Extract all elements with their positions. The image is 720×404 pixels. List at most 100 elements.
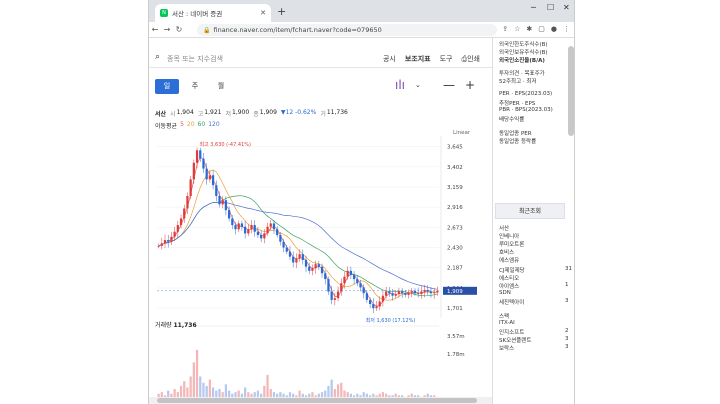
browser-tab[interactable]: N 서산 : 네이버 증권 ✕: [155, 4, 271, 22]
candle-body: [173, 231, 176, 237]
related-item: SDN: [499, 290, 511, 296]
candle-body: [176, 225, 179, 232]
candle-body: [343, 276, 346, 284]
candle-body: [304, 259, 308, 267]
candle-body: [237, 223, 240, 230]
high-label: 고: [197, 111, 204, 118]
chart-type-dropdown-icon[interactable]: ⌄: [415, 81, 421, 89]
candle-body: [429, 291, 433, 294]
candle-body: [359, 283, 362, 288]
profile-icon[interactable]: ●: [551, 25, 557, 33]
period-month[interactable]: 월: [209, 79, 233, 94]
candle-body: [263, 233, 266, 239]
zoom-in-icon[interactable]: +: [465, 78, 475, 92]
recent-item: 서산: [499, 226, 510, 232]
recent-item: 루미오트론: [499, 242, 525, 248]
search-row: ⌕ 종목 또는 지수검색 공시 보조지표 도구 ⎙인쇄: [149, 48, 492, 68]
ma-60[interactable]: 60: [198, 121, 206, 130]
related-item-count: 31: [565, 266, 572, 272]
menu-icon[interactable]: ⋮: [563, 25, 570, 33]
ma-5[interactable]: 5: [180, 121, 184, 130]
naver-favicon-icon: N: [160, 9, 168, 17]
candle-body: [394, 294, 397, 296]
candle-body: [388, 291, 391, 294]
back-icon[interactable]: ←: [149, 25, 161, 34]
investor-line: 외국인소진율(B/A): [499, 58, 545, 64]
more-item-count: 3: [565, 344, 569, 350]
recent-views-tab[interactable]: 최근조회: [495, 203, 565, 219]
maximize-icon[interactable]: ☐: [547, 3, 554, 12]
period-day[interactable]: 일: [155, 79, 179, 94]
candle-body: [189, 179, 192, 197]
tool-print[interactable]: ⎙인쇄: [462, 54, 481, 64]
close-tab-icon[interactable]: ✕: [260, 9, 266, 17]
extensions-icon[interactable]: ✱: [526, 25, 532, 33]
close-window-icon[interactable]: ✕: [563, 3, 570, 12]
ma-line-20: [158, 169, 438, 301]
high-value: 1,921: [204, 109, 222, 116]
candle-body: [397, 291, 401, 295]
related-item: 아이엠스: [499, 284, 520, 290]
price-axis-label: 3,402: [447, 165, 463, 171]
ma-120[interactable]: 120: [208, 121, 219, 130]
url-text: finance.naver.com/item/fchart.naver?code…: [213, 26, 382, 34]
sidepanel-icon[interactable]: ▢: [538, 25, 545, 33]
related-item: 세진텍아이: [499, 300, 525, 306]
candle-body: [330, 291, 333, 300]
candle-body: [183, 208, 186, 219]
minimize-icon[interactable]: ─: [531, 3, 536, 12]
candle-body: [311, 268, 314, 271]
search-input[interactable]: 종목 또는 지수검색: [167, 54, 223, 64]
investor-line: 외국인보유주식수(B): [499, 50, 548, 56]
chart-type-icon[interactable]: ılı: [395, 78, 405, 92]
browser-window: N 서산 : 네이버 증권 ✕ + ─ ☐ ✕ ← → ↻ 🔒 finance.…: [148, 0, 575, 404]
tool-print-label: 인쇄: [467, 55, 480, 63]
tab-title: 서산 : 네이버 증권: [172, 10, 223, 18]
volume-axis-label: 3.57m: [447, 334, 465, 340]
new-tab-icon[interactable]: +: [277, 5, 286, 18]
sidebar-scrollbar[interactable]: [568, 46, 574, 136]
candle-body: [160, 243, 163, 246]
candle-body: [227, 210, 231, 219]
horizontal-scrollbar[interactable]: [149, 397, 492, 404]
recent-item: 인베니아: [499, 234, 520, 240]
zoom-out-icon[interactable]: —: [443, 78, 455, 92]
scroll-thumb[interactable]: [157, 398, 477, 403]
tool-drawing[interactable]: 도구: [440, 54, 453, 64]
candle-body: [404, 293, 407, 295]
investor-line: 외국인한도주식수(B): [499, 42, 548, 48]
related-item-count: 1: [565, 282, 569, 288]
candle-body: [298, 254, 301, 259]
close-label: 종: [253, 111, 259, 118]
ma-20[interactable]: 20: [187, 121, 195, 130]
candle-body: [385, 291, 388, 296]
bookmark-icon[interactable]: ☆: [514, 25, 520, 33]
volume-bar: [195, 349, 199, 400]
candle-body: [407, 292, 410, 295]
candle-body: [301, 254, 304, 260]
candle-body: [372, 304, 375, 309]
candle-body: [247, 229, 250, 234]
industry-line: 동일업종 등락률: [499, 139, 537, 145]
candle-body: [215, 185, 218, 197]
tool-disclosure[interactable]: 공시: [383, 54, 396, 64]
candle-body: [231, 218, 234, 226]
url-field[interactable]: 🔒 finance.naver.com/item/fchart.naver?co…: [197, 24, 497, 36]
ma-line-5: [158, 156, 438, 307]
price-axis-label: 1,701: [447, 306, 463, 312]
price-axis-label: 2,916: [447, 205, 463, 211]
low-label: 저: [225, 111, 232, 118]
candle-body: [269, 223, 272, 227]
tool-indicators[interactable]: 보조지표: [405, 54, 431, 64]
forward-icon[interactable]: →: [161, 25, 173, 34]
search-icon[interactable]: ⌕: [155, 52, 160, 62]
share-icon[interactable]: ⇪: [502, 25, 508, 33]
price-info-row: 서산 시 1,904 고 1,921 저 1,900 종 1,909 ▼12 -0.62…: [155, 109, 492, 118]
price-chart[interactable]: 3,6453,4023,1592,9162,6732,4302,1871,944…: [149, 136, 492, 404]
reload-icon[interactable]: ↻: [173, 25, 185, 34]
candle-body: [292, 256, 295, 263]
candle-body: [211, 175, 215, 186]
period-week[interactable]: 주: [183, 79, 207, 94]
candle-body: [365, 293, 369, 300]
candle-body: [179, 218, 183, 226]
